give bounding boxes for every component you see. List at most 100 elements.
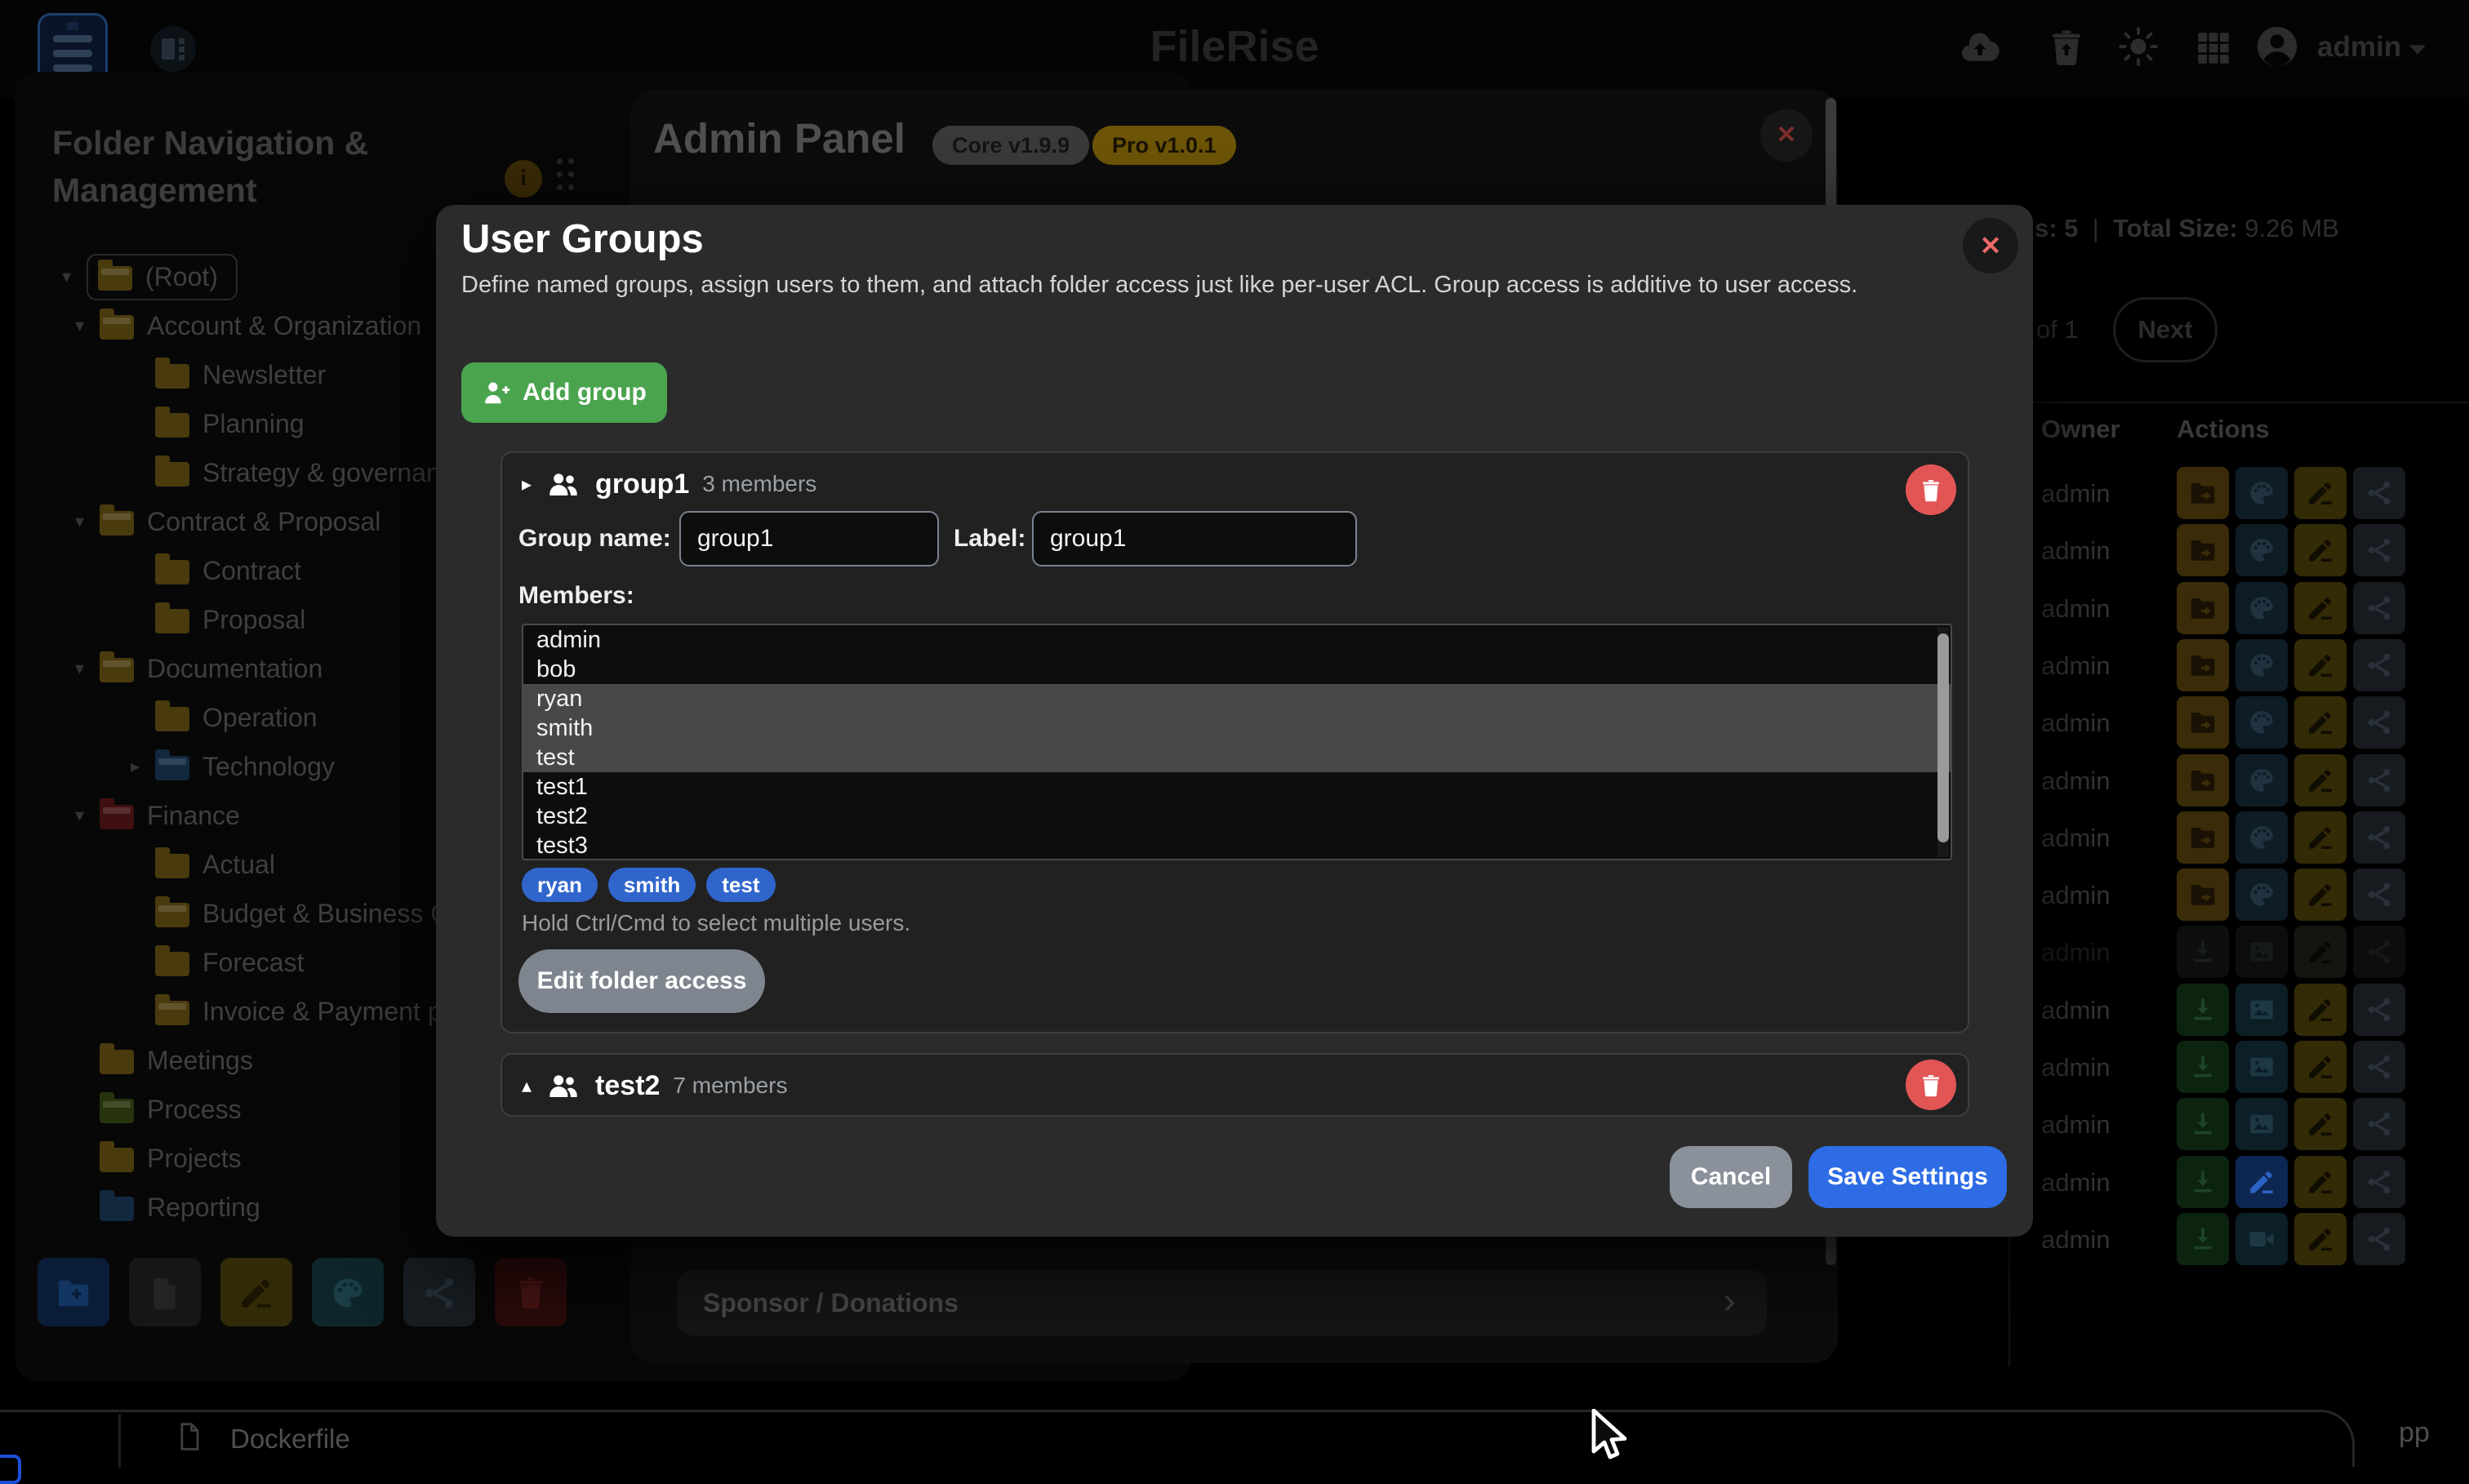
member-option-test2[interactable]: test2: [523, 802, 1951, 831]
sponsor-donations-section[interactable]: Sponsor / Donations ›: [677, 1270, 1767, 1335]
username-label[interactable]: admin: [2317, 31, 2401, 64]
theme-sun-icon[interactable]: [2118, 26, 2159, 67]
edit-action-button[interactable]: [2294, 926, 2347, 978]
share-action-button[interactable]: [2353, 1156, 2405, 1208]
edit-action-button[interactable]: [2294, 1098, 2347, 1150]
edit-action-button[interactable]: [2294, 582, 2347, 634]
move-action-button[interactable]: [2177, 467, 2229, 519]
edit-action-button[interactable]: [2294, 1041, 2347, 1093]
palette-action-button[interactable]: [2235, 811, 2288, 864]
member-option-test[interactable]: test: [523, 743, 1951, 772]
move-action-button[interactable]: [2177, 639, 2229, 691]
tree-toggle-arrow-icon[interactable]: ▾: [75, 511, 100, 532]
pencil-button[interactable]: [220, 1258, 292, 1326]
delete-group-button[interactable]: [1906, 1060, 1956, 1110]
group-label-input[interactable]: [1032, 511, 1357, 566]
share-action-button[interactable]: [2353, 1213, 2405, 1265]
palette-button[interactable]: [312, 1258, 384, 1326]
member-option-ryan[interactable]: ryan: [523, 684, 1951, 713]
member-option-test3[interactable]: test3: [523, 831, 1951, 860]
members-listbox[interactable]: adminbobryansmithtesttest1test2test3: [522, 624, 1952, 860]
download-action-button[interactable]: [2177, 984, 2229, 1036]
download-action-button[interactable]: [2177, 926, 2229, 978]
cancel-button[interactable]: Cancel: [1670, 1146, 1792, 1208]
share-action-button[interactable]: [2353, 467, 2405, 519]
member-option-smith[interactable]: smith: [523, 713, 1951, 743]
palette-action-button[interactable]: [2235, 582, 2288, 634]
video-action-button[interactable]: [2235, 1213, 2288, 1265]
image-action-button[interactable]: [2235, 926, 2288, 978]
edit-action-button[interactable]: [2294, 869, 2347, 921]
image-action-button[interactable]: [2235, 1041, 2288, 1093]
share-action-button[interactable]: [2353, 811, 2405, 864]
share-action-button[interactable]: [2353, 926, 2405, 978]
share-action-button[interactable]: [2353, 869, 2405, 921]
image-action-button[interactable]: [2235, 1098, 2288, 1150]
share-action-button[interactable]: [2353, 524, 2405, 576]
share-button[interactable]: [403, 1258, 475, 1326]
share-action-button[interactable]: [2353, 1041, 2405, 1093]
share-action-button[interactable]: [2353, 696, 2405, 749]
listbox-scrollbar-thumb[interactable]: [1937, 633, 1949, 842]
member-option-bob[interactable]: bob: [523, 655, 1951, 684]
tree-toggle-arrow-icon[interactable]: ▾: [75, 315, 100, 336]
edit-blue-action-button[interactable]: [2235, 1156, 2288, 1208]
edit-action-button[interactable]: [2294, 1213, 2347, 1265]
trash-button[interactable]: [495, 1258, 567, 1326]
edit-action-button[interactable]: [2294, 639, 2347, 691]
cloud-upload-icon[interactable]: [1960, 28, 2000, 69]
palette-action-button[interactable]: [2235, 869, 2288, 921]
share-action-button[interactable]: [2353, 754, 2405, 806]
move-action-button[interactable]: [2177, 811, 2229, 864]
move-action-button[interactable]: [2177, 524, 2229, 576]
download-action-button[interactable]: [2177, 1098, 2229, 1150]
edit-action-button[interactable]: [2294, 754, 2347, 806]
save-settings-button[interactable]: Save Settings: [1808, 1146, 2007, 1208]
close-icon[interactable]: ✕: [1963, 218, 2018, 273]
tree-toggle-arrow-icon[interactable]: ▾: [62, 266, 87, 287]
file-list-item[interactable]: Dockerfile: [230, 1424, 350, 1455]
edit-action-button[interactable]: [2294, 696, 2347, 749]
tree-toggle-arrow-icon[interactable]: ▸: [131, 756, 155, 777]
palette-action-button[interactable]: [2235, 754, 2288, 806]
palette-action-button[interactable]: [2235, 639, 2288, 691]
move-action-button[interactable]: [2177, 696, 2229, 749]
move-action-button[interactable]: [2177, 869, 2229, 921]
admin-close-icon[interactable]: ✕: [1760, 109, 1813, 162]
edit-action-button[interactable]: [2294, 524, 2347, 576]
edit-folder-access-button[interactable]: Edit folder access: [518, 949, 765, 1013]
download-action-button[interactable]: [2177, 1213, 2229, 1265]
palette-action-button[interactable]: [2235, 524, 2288, 576]
edit-action-button[interactable]: [2294, 811, 2347, 864]
add-group-button[interactable]: Add group: [461, 362, 667, 423]
user-avatar-icon[interactable]: [2253, 23, 2301, 70]
group-name-input[interactable]: [679, 511, 939, 566]
palette-action-button[interactable]: [2235, 696, 2288, 749]
edit-action-button[interactable]: [2294, 984, 2347, 1036]
member-option-test1[interactable]: test1: [523, 772, 1951, 802]
collapse-arrow-icon[interactable]: ▸: [522, 473, 532, 496]
folder-plus-button[interactable]: [38, 1258, 109, 1326]
share-action-button[interactable]: [2353, 1098, 2405, 1150]
palette-action-button[interactable]: [2235, 467, 2288, 519]
edit-action-button[interactable]: [2294, 467, 2347, 519]
chevron-down-icon[interactable]: [2404, 36, 2431, 64]
edit-action-button[interactable]: [2294, 1156, 2347, 1208]
share-action-button[interactable]: [2353, 582, 2405, 634]
download-action-button[interactable]: [2177, 1041, 2229, 1093]
tree-toggle-arrow-icon[interactable]: ▾: [75, 658, 100, 679]
delete-group-button[interactable]: [1906, 464, 1956, 515]
move-action-button[interactable]: [2177, 582, 2229, 634]
file-button[interactable]: [129, 1258, 201, 1326]
apps-grid-icon[interactable]: [2193, 28, 2234, 69]
next-page-button[interactable]: Next: [2113, 297, 2218, 362]
member-option-admin[interactable]: admin: [523, 625, 1951, 655]
download-action-button[interactable]: [2177, 1156, 2229, 1208]
move-action-button[interactable]: [2177, 754, 2229, 806]
image-action-button[interactable]: [2235, 984, 2288, 1036]
info-icon[interactable]: i: [505, 160, 542, 198]
drag-handle-icon[interactable]: [557, 158, 578, 201]
trash-restore-icon[interactable]: [2046, 28, 2087, 69]
share-action-button[interactable]: [2353, 984, 2405, 1036]
share-action-button[interactable]: [2353, 639, 2405, 691]
